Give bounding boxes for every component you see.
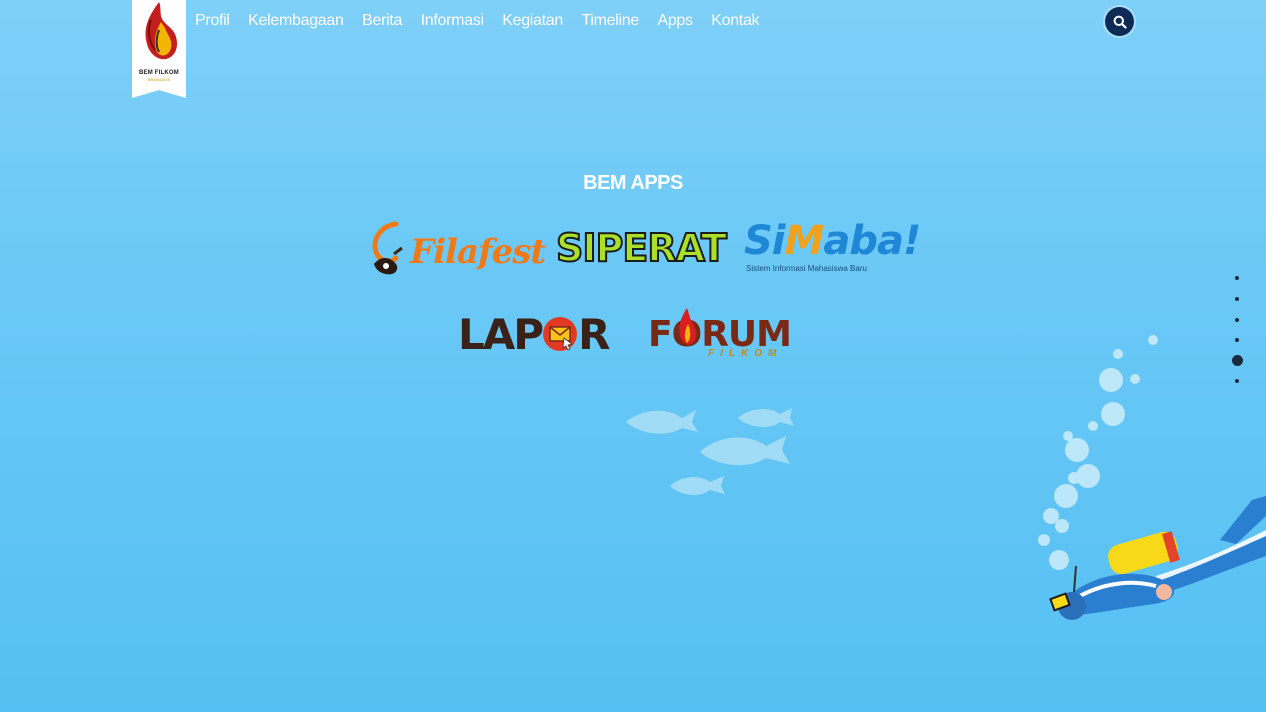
nav-item-kontak[interactable]: Kontak [711, 12, 759, 30]
search-button[interactable] [1105, 7, 1134, 36]
logo-title: BEM FILKOM [139, 70, 179, 76]
flame-logo-icon [145, 2, 177, 60]
nav-item-informasi[interactable]: Informasi [421, 12, 484, 30]
logo-subtitle: BRAWIJAYA [147, 77, 171, 82]
fish-school-decoration [626, 408, 794, 495]
slide-dot[interactable] [1235, 297, 1239, 301]
scuba-diver-illustration [1038, 335, 1266, 620]
lapor-mail-bubble-icon [543, 317, 577, 351]
filafest-wordmark: Filafest [410, 232, 546, 272]
section-title: BEM APPS [583, 172, 683, 194]
app-forum-logo[interactable]: FORUM FILKOM [648, 306, 806, 364]
site-logo[interactable]: BEM FILKOM BRAWIJAYA [132, 0, 186, 98]
simaba-wordmark: SiMaba! [744, 218, 921, 264]
nav-item-berita[interactable]: Berita [362, 12, 402, 30]
nav-item-timeline[interactable]: Timeline [581, 12, 639, 30]
simaba-subtitle: Sistem Informasi Mahasiswa Baru [746, 264, 867, 273]
forum-flame-icon [679, 308, 697, 345]
nav-item-profil[interactable]: Profil [195, 12, 230, 30]
app-siperat-logo[interactable]: SIPERAT [555, 225, 728, 272]
forum-subtitle: FILKOM [708, 348, 783, 359]
app-simaba-logo[interactable]: SiMaba! Sistem Informasi Mahasiswa Baru [744, 218, 921, 276]
app-filafest-logo[interactable]: Filafest [366, 218, 546, 282]
siperat-wordmark: SIPERAT [555, 225, 728, 271]
search-icon [1113, 15, 1127, 29]
nav-item-apps[interactable]: Apps [657, 12, 693, 30]
filafest-mascot-icon [372, 221, 403, 275]
nav-item-kelembagaan[interactable]: Kelembagaan [248, 12, 344, 30]
main-nav: Profil Kelembagaan Berita Informasi Kegi… [195, 12, 778, 30]
app-lapor-logo[interactable]: LAP R [458, 310, 610, 360]
nav-item-kegiatan[interactable]: Kegiatan [502, 12, 563, 30]
slide-dot[interactable] [1235, 276, 1239, 280]
lapor-wordmark: LAP R [458, 310, 610, 359]
slide-dot[interactable] [1235, 318, 1239, 322]
